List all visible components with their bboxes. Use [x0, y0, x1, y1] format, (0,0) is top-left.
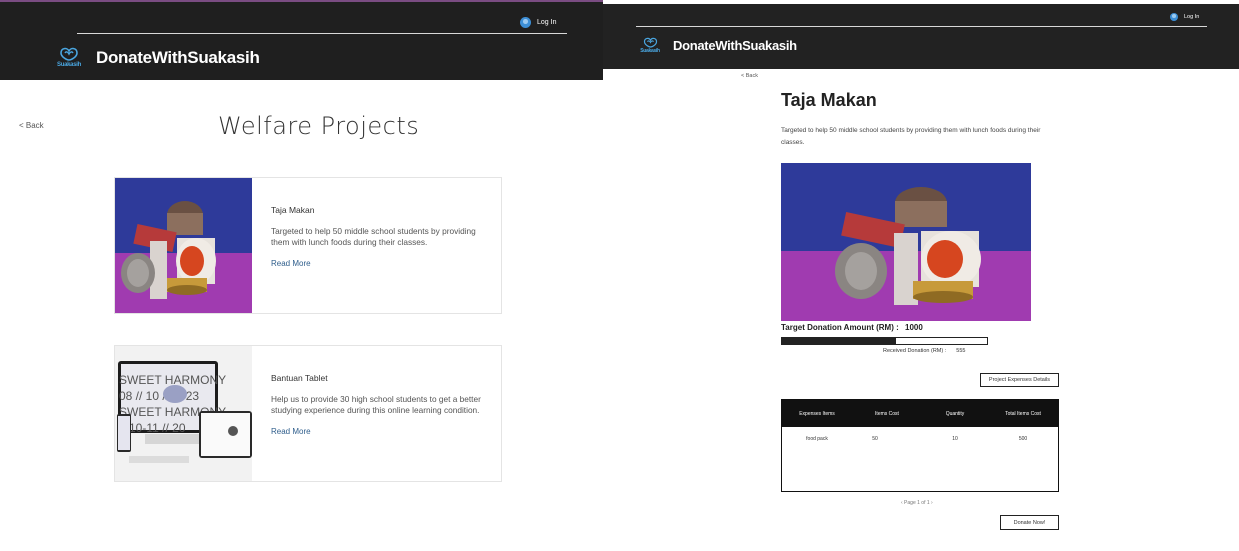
project-title: Taja Makan — [271, 205, 315, 215]
table-cell: 50 — [872, 436, 878, 442]
table-cell: 500 — [1018, 436, 1028, 442]
svg-text:08 // 10 // 2023: 08 // 10 // 2023 — [119, 389, 199, 403]
project-image-cans — [115, 178, 252, 313]
suakasih-logo-icon: Suakasih — [639, 37, 661, 54]
project-card-taja-makan[interactable]: Taja Makan Targeted to help 50 middle sc… — [114, 177, 502, 314]
back-link[interactable]: < Back — [19, 121, 44, 130]
site-header: Log In Suakasih DonateWithSuakasih — [603, 4, 1239, 69]
welfare-projects-page: Log In Suakasih DonateWithSuakasih < Bac… — [0, 0, 603, 551]
brand-name: DonateWithSuakasih — [673, 38, 797, 53]
donation-progress-fill — [782, 338, 896, 344]
pagination[interactable]: ‹ Page 1 of 1 › — [901, 500, 933, 506]
table-header-cell: Quantity — [945, 411, 965, 417]
project-image-cans — [781, 163, 1031, 321]
login-label: Log In — [1184, 14, 1200, 20]
received-value: 555 — [956, 348, 966, 354]
user-avatar-icon — [520, 17, 531, 28]
read-more-link[interactable]: Read More — [271, 259, 311, 268]
page-title: Welfare Projects — [218, 112, 420, 140]
brand-name: DonateWithSuakasih — [96, 47, 260, 67]
login-label: Log In — [537, 19, 557, 26]
login-link[interactable]: Log In — [520, 17, 556, 28]
logo-text: Suakasih — [640, 48, 660, 54]
svg-text:SWEET HARMONY: SWEET HARMONY — [119, 373, 226, 387]
brand[interactable]: Suakasih DonateWithSuakasih — [639, 37, 797, 54]
table-header-cell: Total Items Cost — [1005, 411, 1041, 417]
table-header: Expenses Items Items Cost Quantity Total… — [782, 400, 1058, 427]
project-description: Targeted to help 50 middle school studen… — [781, 127, 1041, 146]
logo-text: Suakasih — [57, 62, 81, 68]
project-title: Taja Makan — [781, 90, 877, 110]
project-detail-page: Log In Suakasih DonateWithSuakasih < Bac… — [603, 0, 1239, 551]
site-header: Log In Suakasih DonateWithSuakasih — [0, 0, 603, 80]
project-description: Help us to provide 30 high school studen… — [271, 394, 481, 415]
brand[interactable]: Suakasih DonateWithSuakasih — [55, 47, 260, 69]
project-card-bantuan-tablet[interactable]: SWEET HARMONY 08 // 10 // 2023 SWEET HAR… — [114, 345, 502, 482]
back-link[interactable]: < Back — [741, 73, 758, 79]
login-link[interactable]: Log In — [1170, 13, 1199, 21]
project-image-devices: SWEET HARMONY 08 // 10 // 2023 SWEET HAR… — [115, 346, 252, 481]
project-expenses-details-button[interactable]: Project Expenses Details — [980, 373, 1059, 387]
suakasih-logo-icon: Suakasih — [55, 47, 83, 68]
donation-progress-bar — [781, 337, 988, 345]
received-label: Received Donation (RM) : — [883, 348, 947, 354]
read-more-link[interactable]: Read More — [271, 427, 311, 436]
table-header-cell: Expenses Items — [799, 411, 835, 417]
table-header-cell: Items Cost — [875, 411, 899, 417]
target-value: 1000 — [905, 323, 923, 332]
received-donation: Received Donation (RM) : 555 — [883, 348, 965, 354]
header-divider — [636, 26, 1207, 27]
project-title: Bantuan Tablet — [271, 373, 328, 383]
target-label: Target Donation Amount (RM) : — [781, 323, 899, 332]
project-description: Targeted to help 50 middle school studen… — [271, 226, 476, 247]
header-divider — [77, 33, 567, 34]
target-donation: Target Donation Amount (RM) : 1000 — [781, 323, 923, 332]
expenses-table: Expenses Items Items Cost Quantity Total… — [781, 399, 1059, 492]
donate-now-button[interactable]: Donate Now! — [1000, 515, 1059, 530]
user-avatar-icon — [1170, 13, 1178, 21]
table-cell: 10 — [952, 436, 958, 442]
